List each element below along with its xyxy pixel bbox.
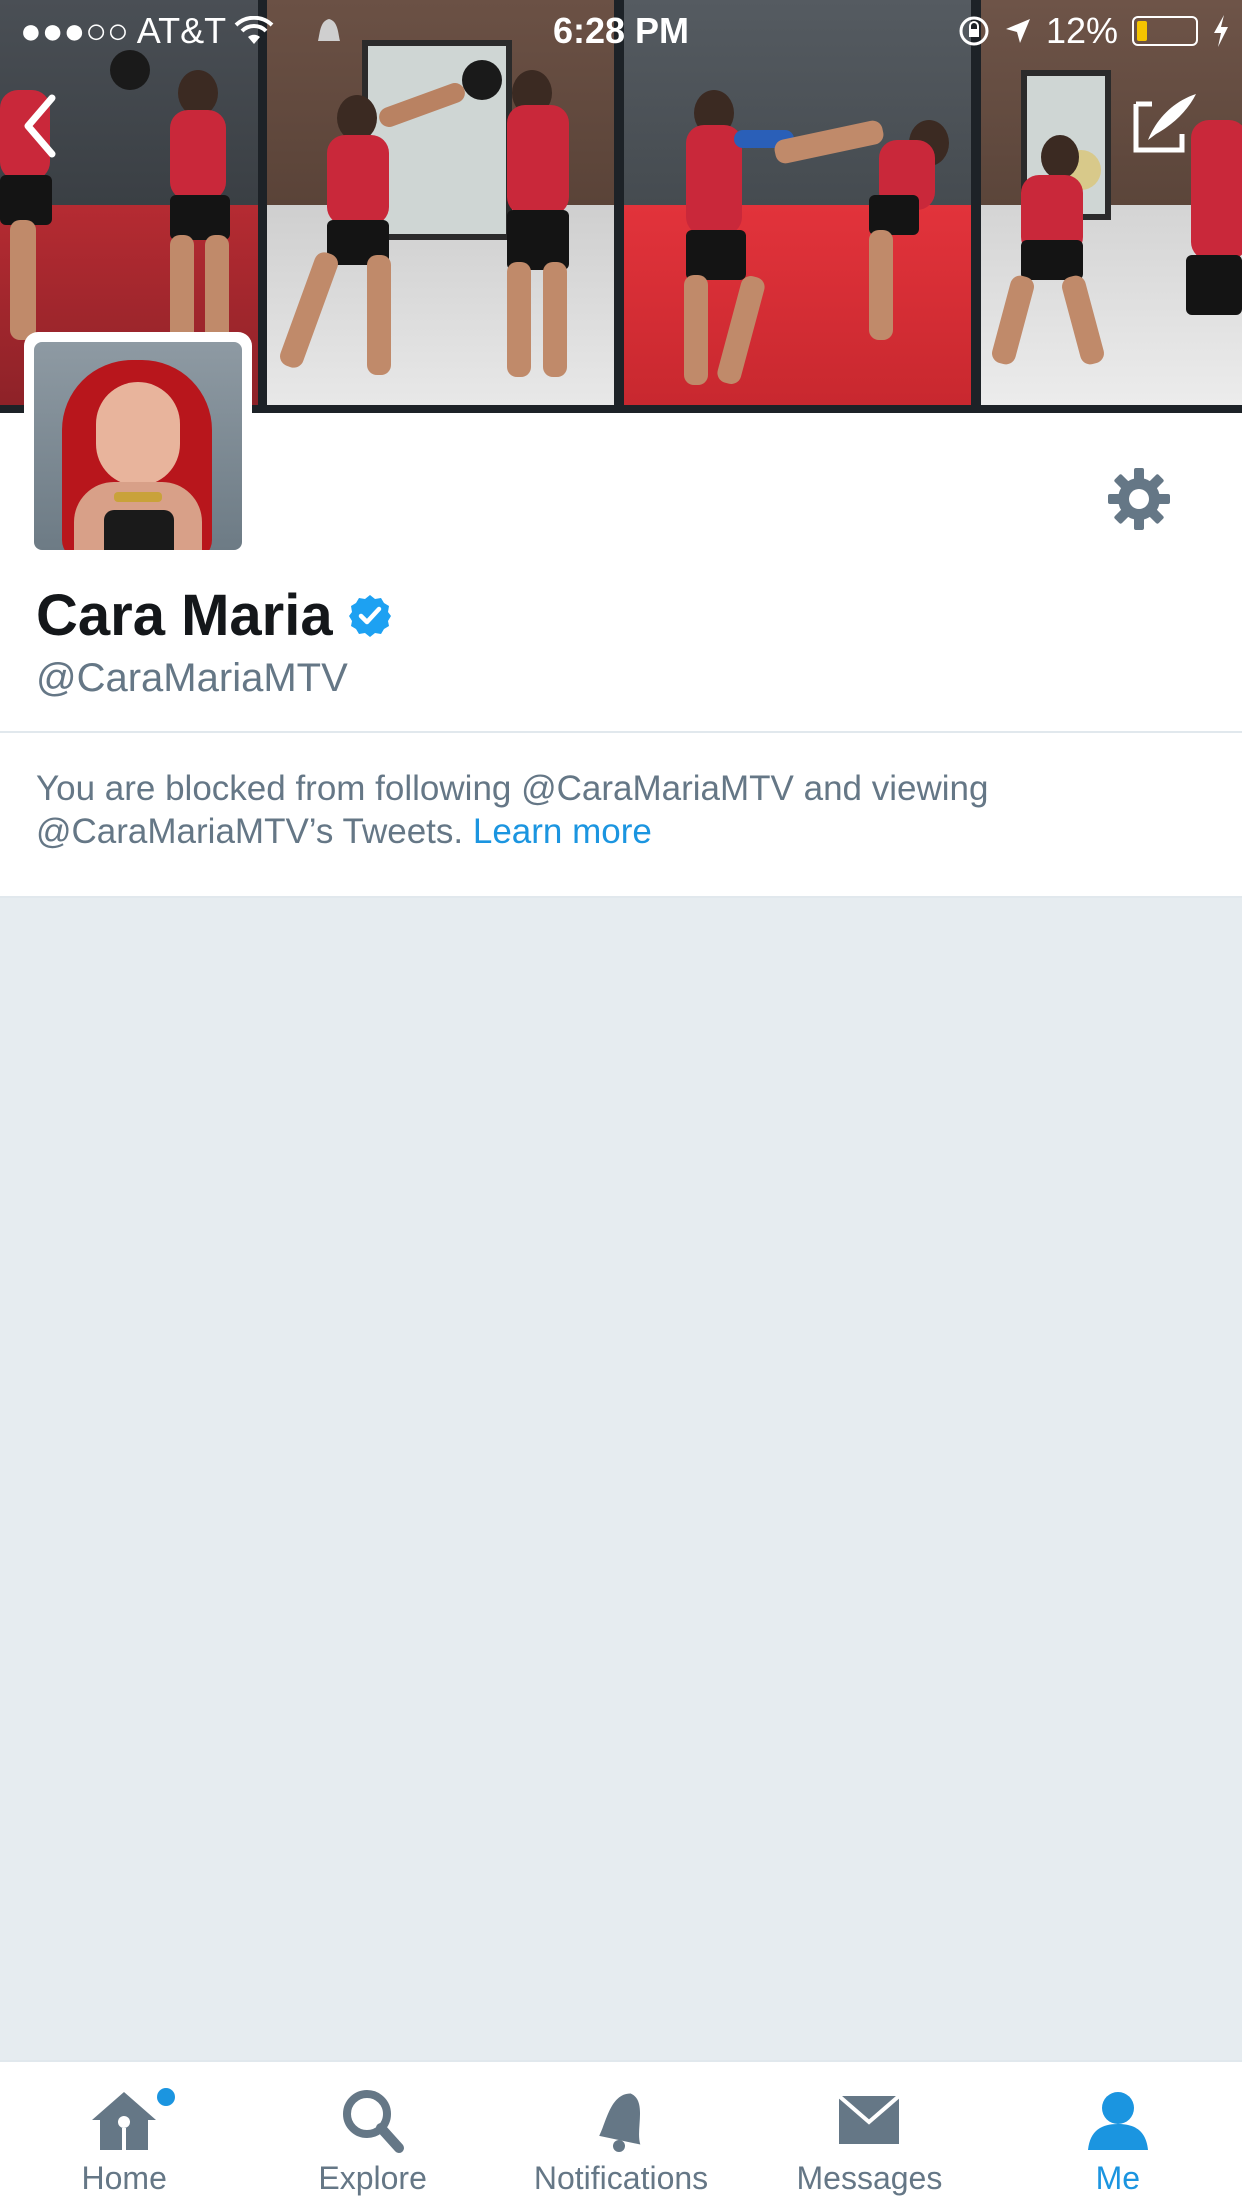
verified-badge-icon (348, 594, 391, 637)
back-button[interactable] (18, 92, 62, 160)
envelope-icon (838, 2094, 901, 2144)
search-icon (342, 2090, 404, 2153)
tab-messages-label: Messages (796, 2160, 943, 2196)
blocked-notice: You are blocked from following @CaraMari… (0, 733, 1242, 898)
profile-avatar[interactable] (24, 332, 252, 560)
home-icon (92, 2092, 157, 2150)
tab-me-label: Me (1095, 2160, 1141, 2196)
location-arrow-icon (1005, 19, 1030, 43)
settings-button[interactable] (1106, 466, 1172, 532)
battery-percent: 12% (1045, 10, 1118, 51)
tab-me[interactable]: Me (994, 2062, 1242, 2208)
status-bar: ●●●○○ AT&T 6:28 PM 12% (0, 0, 1242, 60)
profile-name-row: Cara Maria (36, 582, 393, 649)
banner-panel-4 (981, 0, 1242, 405)
home-notification-dot (157, 2088, 175, 2106)
bottom-tab-bar: Home Explore Notifications Messages Me (0, 2060, 1242, 2208)
profile-handle: @CaraMariaMTV (36, 656, 348, 700)
compose-icon (1133, 94, 1196, 153)
learn-more-link[interactable]: Learn more (473, 812, 652, 851)
banner-panel-3 (624, 0, 971, 405)
tab-explore-label: Explore (318, 2160, 427, 2196)
blocked-notice-text-block: You are blocked from following @CaraMari… (36, 767, 1186, 853)
tab-explore[interactable]: Explore (248, 2062, 496, 2208)
profile-screen: ●●●○○ AT&T 6:28 PM 12% Cara Maria @CaraM… (0, 0, 1242, 2208)
charging-bolt-icon (1214, 15, 1228, 47)
chevron-left-icon (24, 94, 56, 158)
profile-name: Cara Maria (36, 583, 333, 648)
bell-icon (599, 2093, 641, 2152)
tab-home-label: Home (81, 2160, 167, 2196)
compose-tweet-button[interactable] (1130, 90, 1200, 160)
rotation-lock-icon (959, 16, 989, 46)
person-icon (1087, 2092, 1148, 2150)
avatar (34, 342, 242, 550)
battery-icon (1132, 16, 1198, 46)
tab-notifications[interactable]: Notifications (497, 2062, 745, 2208)
gear-icon (1108, 468, 1170, 530)
tab-messages[interactable]: Messages (745, 2062, 993, 2208)
tab-notifications-label: Notifications (533, 2160, 709, 2196)
tab-home[interactable]: Home (0, 2062, 248, 2208)
banner-panel-2 (267, 0, 614, 405)
